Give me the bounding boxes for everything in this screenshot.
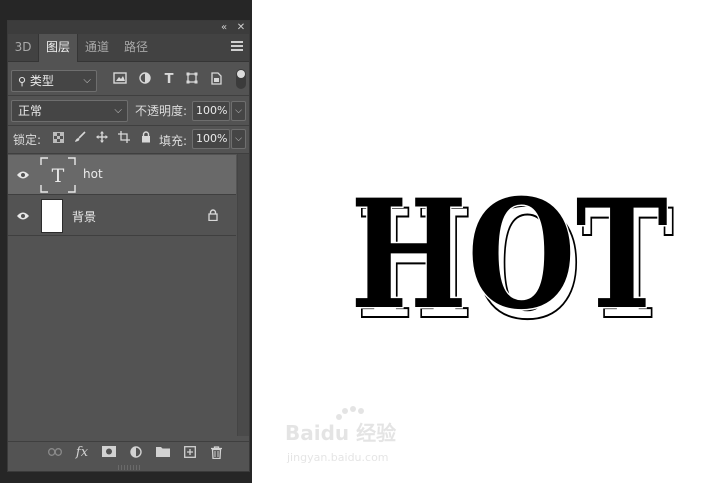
new-layer-icon[interactable]	[183, 446, 197, 460]
filter-type-dropdown[interactable]: ⚲ 类型 ⌵	[11, 70, 97, 92]
layer-thumb-glyph: T	[52, 165, 65, 187]
tab-channels[interactable]: 通道	[78, 34, 116, 62]
fill-label: 填充:	[159, 134, 188, 148]
separator	[8, 153, 249, 154]
lock-all-icon[interactable]	[138, 131, 154, 147]
link-icon[interactable]	[48, 446, 62, 460]
lock-icon	[208, 209, 218, 224]
panel-menu-icon[interactable]	[231, 41, 243, 53]
folder-icon[interactable]	[156, 446, 170, 460]
layer-row-hot[interactable]: T hot	[8, 155, 236, 195]
layer-name: 背景	[72, 210, 97, 224]
opacity-input[interactable]: 100%	[192, 101, 230, 121]
panel-tabs: 3D 图层 通道 路径	[8, 34, 249, 62]
lock-transparent-pixels-icon[interactable]	[50, 131, 66, 147]
eye-icon[interactable]	[16, 210, 30, 220]
tab-paths[interactable]: 路径	[116, 34, 156, 62]
shape-filter-icon[interactable]	[184, 72, 200, 88]
mask-icon[interactable]	[102, 446, 116, 460]
lock-image-pixels-icon[interactable]	[72, 131, 88, 147]
adjustment-icon[interactable]	[129, 446, 143, 460]
tab-3d[interactable]: 3D	[8, 34, 38, 62]
layers-panel: « ✕ 3D 图层 通道 路径 ⚲ 类型 ⌵ T 正常 ⌵ 不透明度: 100%…	[7, 20, 250, 472]
panel-title-bar: « ✕	[8, 21, 249, 34]
layer-row-background[interactable]: 背景	[8, 196, 236, 236]
chevron-down-icon: ⌵	[83, 75, 91, 86]
trash-icon[interactable]	[209, 446, 223, 460]
baidu-watermark: Baidu 经验 jingyan.baidu.com	[285, 405, 415, 465]
double-chevron-left-icon[interactable]: «	[218, 21, 230, 34]
search-icon: ⚲	[18, 75, 27, 88]
lock-label: 锁定:	[13, 133, 42, 147]
opacity-label: 不透明度:	[135, 104, 188, 118]
text-layer-thumbnail: T	[40, 157, 76, 193]
adjustment-filter-icon[interactable]	[137, 72, 153, 88]
layers-bottom-toolbar: fx	[8, 441, 249, 463]
blend-mode-value: 正常	[18, 104, 43, 118]
watermark-brand: Baidu 经验	[285, 421, 396, 445]
chevron-down-icon[interactable]: ⌵	[231, 129, 246, 149]
fill-input[interactable]: 100%	[192, 129, 230, 149]
filter-type-label: 类型	[29, 74, 54, 88]
chevron-down-icon[interactable]: ⌵	[231, 101, 246, 121]
separator	[8, 125, 249, 126]
filter-toggle-switch[interactable]	[236, 69, 246, 89]
watermark-url: jingyan.baidu.com	[286, 451, 389, 464]
panel-resize-grip[interactable]	[118, 465, 140, 470]
pixel-filter-icon[interactable]	[112, 72, 128, 88]
layers-scrollbar[interactable]	[237, 154, 249, 436]
eye-icon[interactable]	[16, 169, 30, 179]
separator	[8, 95, 249, 96]
hot-text: HOT	[350, 167, 668, 343]
close-icon[interactable]: ✕	[235, 21, 247, 34]
smart-object-filter-icon[interactable]	[208, 72, 224, 88]
layer-name: hot	[83, 167, 103, 181]
background-layer-thumbnail	[41, 199, 63, 233]
lock-position-icon[interactable]	[94, 131, 110, 147]
lock-artboard-icon[interactable]	[116, 131, 132, 147]
chevron-down-icon: ⌵	[114, 105, 122, 116]
blend-mode-dropdown[interactable]: 正常 ⌵	[11, 100, 128, 122]
tab-layers[interactable]: 图层	[38, 34, 78, 62]
type-filter-icon[interactable]: T	[161, 72, 177, 88]
fx-icon[interactable]: fx	[75, 446, 89, 460]
